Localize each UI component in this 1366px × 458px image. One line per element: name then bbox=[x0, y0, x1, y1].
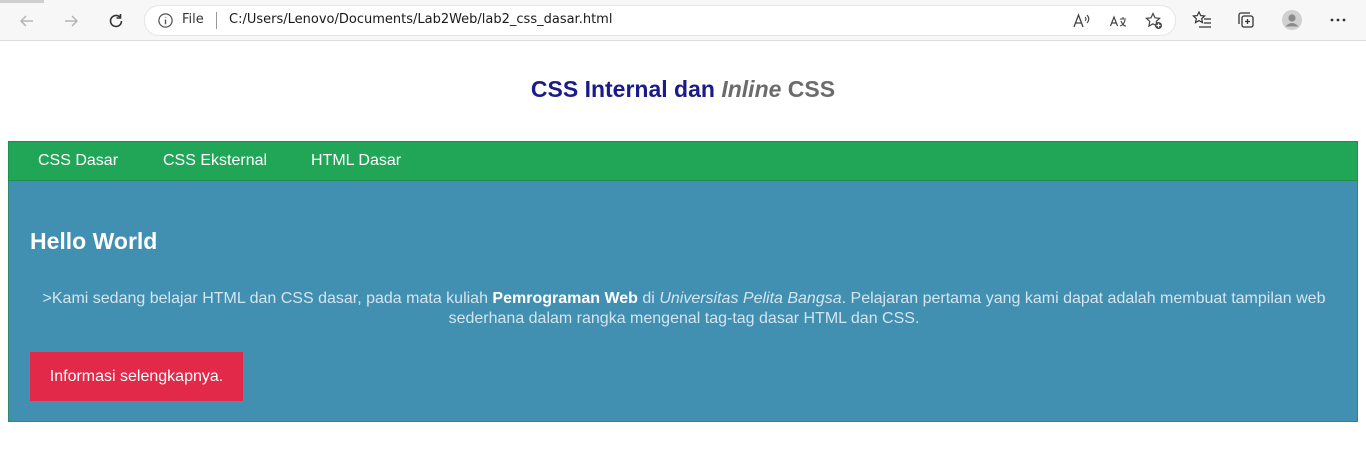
add-favorite-icon bbox=[1145, 12, 1162, 29]
more-icon bbox=[1330, 18, 1346, 22]
refresh-button[interactable] bbox=[102, 7, 130, 35]
hero-text-bold: Pemrograman Web bbox=[492, 290, 638, 307]
url-text[interactable]: C:/Users/Lenovo/Documents/Lab2Web/lab2_c… bbox=[229, 12, 612, 27]
back-icon bbox=[19, 15, 33, 27]
hero-text-middle: di bbox=[642, 290, 655, 307]
collections-button[interactable] bbox=[1235, 9, 1257, 31]
title-italic: Inline bbox=[721, 76, 782, 102]
title-main: CSS Internal dan bbox=[530, 76, 715, 102]
back-button[interactable] bbox=[13, 7, 41, 35]
hero-paragraph: >Kami sedang belajar HTML dan CSS dasar,… bbox=[30, 289, 1338, 329]
hero-text-before: >Kami sedang belajar HTML dan CSS dasar,… bbox=[42, 290, 488, 307]
add-favorite-button[interactable] bbox=[1144, 11, 1164, 31]
nav-item-html-dasar[interactable]: HTML Dasar bbox=[311, 152, 401, 170]
favorites-icon bbox=[1192, 10, 1211, 28]
refresh-icon bbox=[109, 14, 123, 28]
translate-button[interactable] bbox=[1108, 11, 1128, 31]
info-icon[interactable] bbox=[157, 12, 174, 29]
tab-indicator bbox=[0, 0, 44, 3]
profile-button[interactable] bbox=[1281, 9, 1303, 31]
hero-heading: Hello World bbox=[30, 228, 158, 254]
collections-icon bbox=[1238, 12, 1254, 28]
translate-icon bbox=[1109, 15, 1127, 27]
forward-button[interactable] bbox=[57, 7, 85, 35]
page-title: CSS Internal dan Inline CSS bbox=[0, 76, 1366, 103]
hero-section: Hello World >Kami sedang belajar HTML da… bbox=[8, 181, 1358, 422]
address-separator bbox=[216, 12, 217, 29]
favorites-button[interactable] bbox=[1191, 9, 1213, 31]
browser-toolbar: File C:/Users/Lenovo/Documents/Lab2Web/l… bbox=[0, 0, 1366, 41]
title-tail: CSS bbox=[787, 76, 836, 102]
hero-text-italic: Universitas Pelita Bangsa bbox=[659, 290, 842, 307]
main-nav: CSS Dasar CSS Eksternal HTML Dasar bbox=[8, 141, 1358, 181]
read-aloud-button[interactable] bbox=[1071, 11, 1091, 31]
more-button[interactable] bbox=[1327, 9, 1349, 31]
profile-icon bbox=[1282, 10, 1302, 30]
forward-icon bbox=[65, 15, 79, 27]
read-aloud-icon bbox=[1073, 13, 1090, 28]
address-bar[interactable]: File C:/Users/Lenovo/Documents/Lab2Web/l… bbox=[145, 6, 1175, 35]
more-info-button[interactable]: Informasi selengkapnya. bbox=[30, 352, 243, 401]
nav-item-css-dasar[interactable]: CSS Dasar bbox=[38, 152, 118, 170]
file-label: File bbox=[182, 12, 204, 27]
nav-item-css-eksternal[interactable]: CSS Eksternal bbox=[163, 152, 267, 170]
